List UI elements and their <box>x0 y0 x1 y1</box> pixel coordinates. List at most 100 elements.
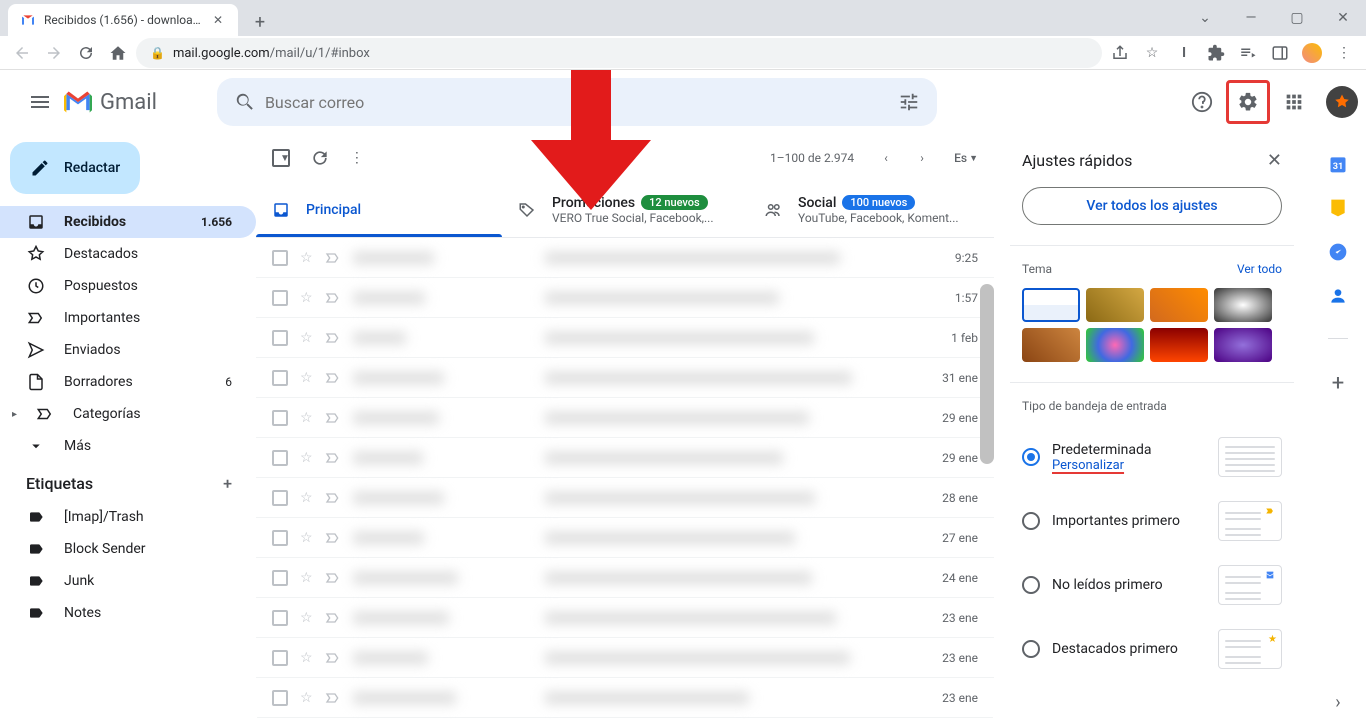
sidebar-item-más[interactable]: Más <box>0 430 256 462</box>
star-icon[interactable]: ☆ <box>300 450 313 466</box>
important-icon[interactable] <box>325 290 341 306</box>
important-icon[interactable] <box>325 250 341 266</box>
radio-button[interactable] <box>1022 576 1040 594</box>
all-settings-button[interactable]: Ver todos los ajustes <box>1022 187 1282 225</box>
star-icon[interactable]: ☆ <box>300 610 313 626</box>
label-item[interactable]: [Imap]/Trash <box>0 501 256 533</box>
important-icon[interactable] <box>325 650 341 666</box>
mail-row[interactable]: ☆29 ene <box>256 438 994 478</box>
star-icon[interactable]: ☆ <box>300 530 313 546</box>
inbox-option[interactable]: Importantes primero <box>1022 489 1282 553</box>
close-icon[interactable]: ✕ <box>1267 150 1282 171</box>
row-checkbox[interactable] <box>272 290 288 306</box>
mail-row[interactable]: ☆31 ene <box>256 358 994 398</box>
next-page[interactable]: › <box>906 142 938 174</box>
more-menu[interactable]: ⋮ <box>350 150 364 166</box>
theme-default[interactable] <box>1022 288 1080 322</box>
select-all[interactable]: ▼ <box>272 149 290 167</box>
mail-row[interactable]: ☆23 ene <box>256 678 994 718</box>
browser-menu-icon[interactable]: ⋮ <box>1330 39 1358 67</box>
search-input[interactable] <box>265 93 889 112</box>
star-icon[interactable]: ☆ <box>300 690 313 706</box>
sidebar-item-importantes[interactable]: Importantes <box>0 302 256 334</box>
minimize-button[interactable]: ― <box>1228 0 1274 36</box>
row-checkbox[interactable] <box>272 530 288 546</box>
profile-avatar[interactable] <box>1298 39 1326 67</box>
help-icon[interactable] <box>1182 82 1222 122</box>
sidebar-item-enviados[interactable]: Enviados <box>0 334 256 366</box>
tune-icon[interactable] <box>889 82 929 122</box>
ext-i-icon[interactable]: I <box>1170 39 1198 67</box>
refresh-button[interactable] <box>310 148 330 168</box>
prev-page[interactable]: ‹ <box>870 142 902 174</box>
home-button[interactable] <box>104 39 132 67</box>
star-icon[interactable]: ☆ <box>300 490 313 506</box>
theme-thumb[interactable] <box>1214 328 1272 362</box>
tab-principal[interactable]: Principal <box>256 182 502 237</box>
theme-thumb[interactable] <box>1022 328 1080 362</box>
address-bar[interactable]: 🔒 mail.google.com/mail/u/1/#inbox <box>136 38 1102 68</box>
row-checkbox[interactable] <box>272 330 288 346</box>
back-button[interactable] <box>8 39 36 67</box>
mail-row[interactable]: ☆9:25 <box>256 238 994 278</box>
tasks-icon[interactable] <box>1328 242 1348 262</box>
label-item[interactable]: Junk <box>0 565 256 597</box>
important-icon[interactable] <box>325 490 341 506</box>
important-icon[interactable] <box>325 330 341 346</box>
star-icon[interactable]: ☆ <box>300 290 313 306</box>
share-icon[interactable] <box>1106 39 1134 67</box>
important-icon[interactable] <box>325 610 341 626</box>
star-icon[interactable]: ☆ <box>300 250 313 266</box>
add-addon-button[interactable]: + <box>1328 371 1348 391</box>
row-checkbox[interactable] <box>272 490 288 506</box>
label-item[interactable]: Block Sender <box>0 533 256 565</box>
close-icon[interactable]: ✕ <box>210 12 226 28</box>
calendar-icon[interactable]: 31 <box>1328 154 1348 174</box>
reload-button[interactable] <box>72 39 100 67</box>
row-checkbox[interactable] <box>272 610 288 626</box>
apps-icon[interactable] <box>1274 82 1314 122</box>
theme-thumb[interactable] <box>1150 328 1208 362</box>
label-item[interactable]: Notes <box>0 597 256 629</box>
theme-thumb[interactable] <box>1086 328 1144 362</box>
star-icon[interactable]: ☆ <box>300 330 313 346</box>
inbox-option[interactable]: PredeterminadaPersonalizar <box>1022 425 1282 489</box>
mail-row[interactable]: ☆23 ene <box>256 638 994 678</box>
row-checkbox[interactable] <box>272 250 288 266</box>
mail-row[interactable]: ☆23 ene <box>256 598 994 638</box>
important-icon[interactable] <box>325 570 341 586</box>
sidebar-item-borradores[interactable]: Borradores6 <box>0 366 256 398</box>
add-label-button[interactable]: + <box>223 474 232 493</box>
star-icon[interactable]: ☆ <box>1138 39 1166 67</box>
mail-row[interactable]: ☆29 ene <box>256 398 994 438</box>
row-checkbox[interactable] <box>272 450 288 466</box>
sidepanel-icon[interactable] <box>1266 39 1294 67</box>
mail-row[interactable]: ☆1 feb <box>256 318 994 358</box>
forward-button[interactable] <box>40 39 68 67</box>
inbox-option[interactable]: No leídos primero <box>1022 553 1282 617</box>
row-checkbox[interactable] <box>272 410 288 426</box>
mail-row[interactable]: ☆24 ene <box>256 558 994 598</box>
star-icon[interactable]: ☆ <box>300 570 313 586</box>
compose-button[interactable]: Redactar <box>10 142 140 194</box>
important-icon[interactable] <box>325 370 341 386</box>
input-lang[interactable]: Es▼ <box>954 151 978 165</box>
playlist-icon[interactable] <box>1234 39 1262 67</box>
browser-tab[interactable]: Recibidos (1.656) - downloadsou ✕ <box>8 4 238 36</box>
star-icon[interactable]: ☆ <box>300 370 313 386</box>
tab-social[interactable]: Social 100 nuevosYouTube, Facebook, Kome… <box>748 182 994 237</box>
close-window-button[interactable]: ✕ <box>1320 0 1366 36</box>
important-icon[interactable] <box>325 410 341 426</box>
row-checkbox[interactable] <box>272 690 288 706</box>
customize-link[interactable]: Personalizar <box>1052 458 1206 473</box>
sidebar-item-recibidos[interactable]: Recibidos1.656 <box>0 206 256 238</box>
star-icon[interactable]: ☆ <box>300 410 313 426</box>
radio-button[interactable] <box>1022 512 1040 530</box>
star-icon[interactable]: ☆ <box>300 650 313 666</box>
new-tab-button[interactable]: + <box>246 8 274 36</box>
theme-thumb[interactable] <box>1086 288 1144 322</box>
theme-view-all[interactable]: Ver todo <box>1237 262 1282 276</box>
sidebar-item-destacados[interactable]: Destacados <box>0 238 256 270</box>
account-avatar[interactable] <box>1326 86 1358 118</box>
gear-icon[interactable] <box>1226 80 1270 124</box>
